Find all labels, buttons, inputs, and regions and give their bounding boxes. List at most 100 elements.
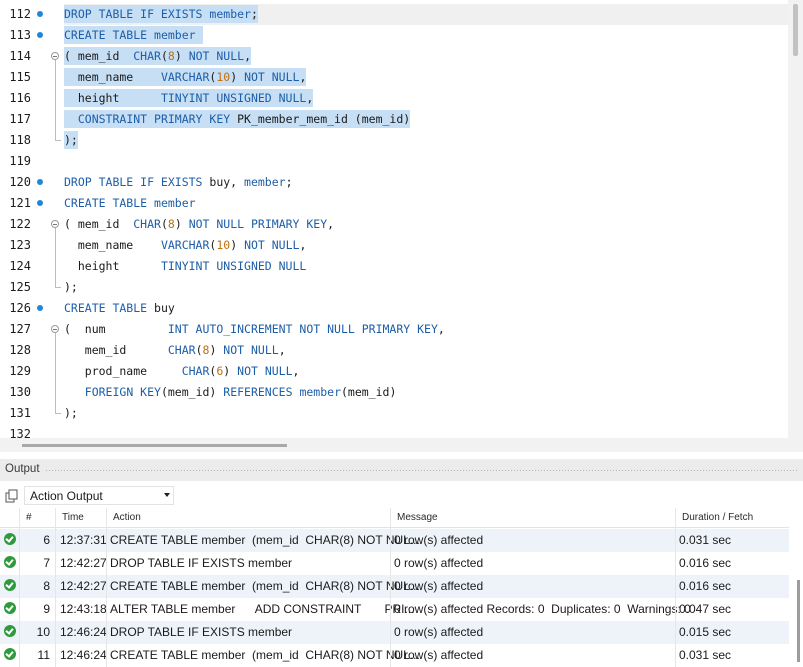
gutter-line: 112 (0, 4, 64, 25)
code-line[interactable]: ); (64, 403, 788, 424)
gutter-line: 130 (0, 382, 64, 403)
line-number: 116 (9, 91, 31, 105)
action-cell: DROP TABLE IF EXISTS member (110, 556, 293, 570)
table-row[interactable]: 9 12:43:18 ALTER TABLE member ADD CONSTRAI… (0, 598, 789, 621)
statement-marker-icon[interactable] (37, 200, 43, 206)
grid-vertical-scroll-thumb[interactable] (797, 580, 800, 662)
success-check-icon (4, 533, 16, 545)
code-line[interactable]: mem_name VARCHAR(10) NOT NULL, (64, 235, 788, 256)
table-row[interactable]: 10 12:46:24 DROP TABLE IF EXISTS member 0 r… (0, 621, 789, 644)
code-line[interactable]: height TINYINT UNSIGNED NULL, (64, 88, 788, 109)
message-cell: 0 row(s) affected (394, 533, 484, 547)
code-line[interactable]: ); (64, 277, 788, 298)
action-output-select-value: Action Output (30, 489, 103, 503)
code-line[interactable]: mem_name VARCHAR(10) NOT NULL, (64, 67, 788, 88)
success-check-icon (4, 648, 16, 660)
statement-marker-icon[interactable] (37, 305, 43, 311)
message-cell: 0 row(s) affected (394, 648, 484, 662)
line-number: 129 (9, 364, 31, 378)
line-number: 121 (9, 196, 31, 210)
gutter-line: 120 (0, 172, 64, 193)
code-line[interactable]: CREATE TABLE buy (64, 298, 788, 319)
duration-cell: 0.031 sec (679, 533, 732, 547)
code-line[interactable] (64, 151, 788, 172)
line-number-gutter: 112 113 114 115 116 117 118 119 120 121 122 123 124 1… (0, 4, 64, 445)
chevron-down-icon (164, 493, 170, 497)
gutter-line: 129 (0, 361, 64, 382)
code-line[interactable]: prod_name CHAR(6) NOT NULL, (64, 361, 788, 382)
output-panel-header: Output (0, 459, 803, 481)
line-number: 115 (9, 70, 31, 84)
table-row[interactable]: 6 12:37:31 CREATE TABLE member (mem_id CHA… (0, 529, 789, 552)
column-divider[interactable] (55, 508, 56, 667)
gutter-line: 122 (0, 214, 64, 235)
num-cell: 9 (43, 602, 50, 616)
code-line[interactable]: mem_id CHAR(8) NOT NULL, (64, 340, 788, 361)
gutter-line: 125 (0, 277, 64, 298)
column-header-time[interactable]: Time (62, 512, 84, 523)
message-cell: 0 row(s) affected (394, 579, 484, 593)
code-line[interactable]: DROP TABLE IF EXISTS member; (64, 4, 788, 25)
sql-editor[interactable]: 112 113 114 115 116 117 118 119 120 121 122 123 124 1… (0, 0, 803, 452)
column-divider[interactable] (675, 508, 676, 667)
editor-vertical-scrollbar[interactable] (788, 0, 803, 452)
code-line[interactable]: ( mem_id CHAR(8) NOT NULL, (64, 46, 788, 67)
code-line[interactable]: FOREIGN KEY(mem_id) REFERENCES member(me… (64, 382, 788, 403)
fold-toggle-icon[interactable] (51, 220, 59, 228)
statement-marker-icon[interactable] (37, 32, 43, 38)
editor-horizontal-scrollbar[interactable] (0, 438, 788, 452)
line-number: 114 (9, 49, 31, 63)
time-cell: 12:46:24 (60, 625, 107, 639)
output-toolbar: Action Output (0, 484, 803, 508)
column-header-action[interactable]: Action (113, 512, 141, 523)
gutter-line: 121 (0, 193, 64, 214)
gutter-line: 128 (0, 340, 64, 361)
statement-marker-icon[interactable] (37, 11, 43, 17)
duration-cell: 0.015 sec (679, 625, 732, 639)
fold-toggle-icon[interactable] (51, 325, 59, 333)
code-line[interactable]: ( num INT AUTO_INCREMENT NOT NULL PRIMAR… (64, 319, 788, 340)
column-header-message[interactable]: Message (397, 512, 438, 523)
column-header-num[interactable]: # (26, 512, 32, 523)
code-line[interactable]: ( mem_id CHAR(8) NOT NULL PRIMARY KEY, (64, 214, 788, 235)
gutter-line: 127 (0, 319, 64, 340)
fold-toggle-icon[interactable] (51, 52, 59, 60)
success-check-icon (4, 602, 16, 614)
action-cell: DROP TABLE IF EXISTS member (110, 625, 293, 639)
code-line[interactable]: CREATE TABLE member (64, 25, 788, 46)
gutter-line: 123 (0, 235, 64, 256)
line-number: 125 (9, 280, 31, 294)
line-number: 126 (9, 301, 31, 315)
code-line[interactable]: height TINYINT UNSIGNED NULL (64, 256, 788, 277)
table-row[interactable]: 11 12:46:24 CREATE TABLE member (mem_id CH… (0, 644, 789, 667)
line-number: 127 (9, 322, 31, 336)
line-number: 130 (9, 385, 31, 399)
gutter-line: 126 (0, 298, 64, 319)
gutter-line: 113 (0, 25, 64, 46)
table-row[interactable]: 7 12:42:27 DROP TABLE IF EXISTS member 0 ro… (0, 552, 789, 575)
code-line[interactable]: CONSTRAINT PRIMARY KEY PK_member_mem_id … (64, 109, 788, 130)
success-check-icon (4, 579, 16, 591)
code-line[interactable]: CREATE TABLE member (64, 193, 788, 214)
editor-vertical-scroll-thumb[interactable] (793, 4, 798, 56)
statement-marker-icon[interactable] (37, 179, 43, 185)
line-number: 122 (9, 217, 31, 231)
grid-vertical-scrollbar[interactable] (789, 508, 803, 667)
success-check-icon (4, 556, 16, 568)
column-divider[interactable] (106, 508, 107, 667)
action-output-grid: # Time Action Message Duration / Fetch 6… (0, 508, 789, 667)
copy-icon[interactable] (5, 489, 19, 503)
duration-cell: 0.047 sec (679, 602, 732, 616)
panel-resize-grip[interactable] (45, 469, 799, 472)
column-divider[interactable] (19, 508, 20, 667)
column-divider[interactable] (390, 508, 391, 667)
action-output-select[interactable]: Action Output (24, 486, 174, 505)
message-cell: 0 row(s) affected Records: 0 Duplicates:… (394, 602, 691, 616)
table-row[interactable]: 8 12:42:27 CREATE TABLE member (mem_id CHA… (0, 575, 789, 598)
editor-horizontal-scroll-thumb[interactable] (22, 444, 287, 447)
time-cell: 12:42:27 (60, 579, 107, 593)
code-line[interactable]: ); (64, 130, 788, 151)
code-line[interactable]: DROP TABLE IF EXISTS buy, member; (64, 172, 788, 193)
column-header-duration[interactable]: Duration / Fetch (682, 512, 753, 523)
code-area[interactable]: DROP TABLE IF EXISTS member; CREATE TABLE… (64, 4, 788, 445)
